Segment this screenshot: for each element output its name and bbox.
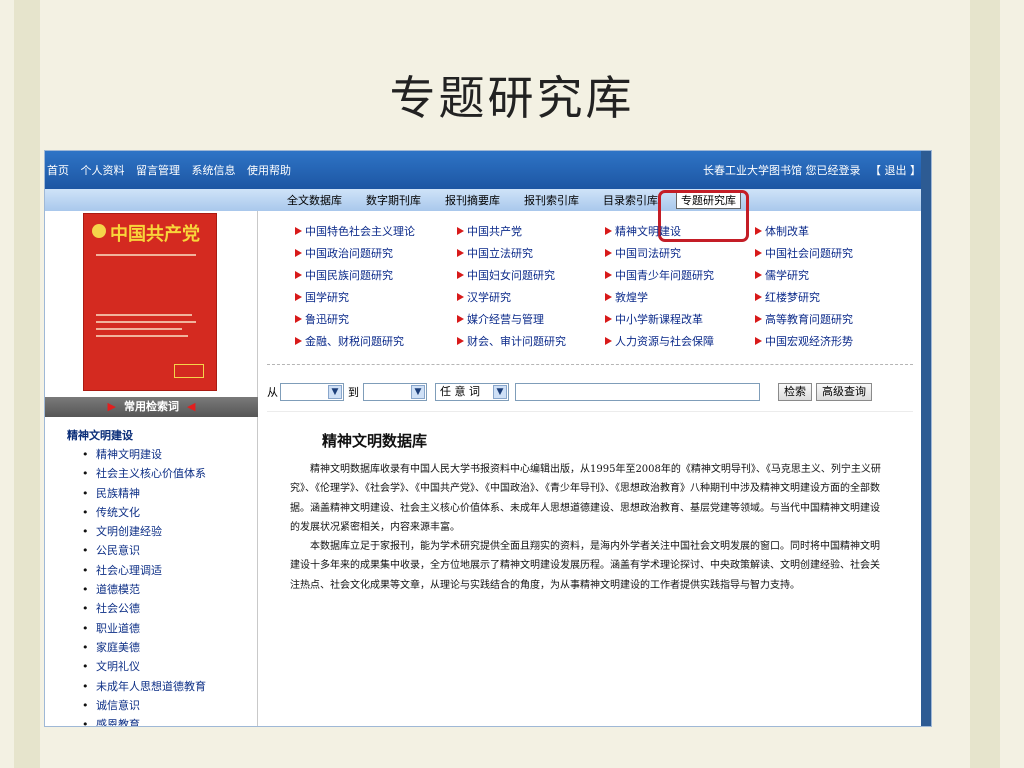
term-link[interactable]: 职业道德 <box>67 620 206 639</box>
to-label: 到 <box>348 386 359 399</box>
dashed-divider <box>267 364 913 365</box>
term-link[interactable]: 公民意识 <box>67 542 206 561</box>
term-link[interactable]: 社会公德 <box>67 600 206 619</box>
top-nav-links: 首页 个人资料 留言管理 系统信息 使用帮助 <box>47 162 299 178</box>
category-link[interactable]: 鲁迅研究 <box>295 311 349 327</box>
nav-profile-link[interactable]: 个人资料 <box>81 164 125 177</box>
category-link[interactable]: 红楼梦研究 <box>755 289 820 305</box>
category-link[interactable]: 中国青少年问题研究 <box>605 267 714 283</box>
browser-screenshot: 首页 个人资料 留言管理 系统信息 使用帮助 长春工业大学图书馆 您已经登录 【… <box>44 150 932 727</box>
field-select[interactable]: 任 意 词 ▼ <box>435 383 509 401</box>
category-link[interactable]: 中小学新课程改革 <box>605 311 703 327</box>
category-link[interactable]: 中国民族问题研究 <box>295 267 393 283</box>
login-status: 长春工业大学图书馆 您已经登录 【 退出 】 <box>697 162 921 178</box>
category-link[interactable]: 中国妇女问题研究 <box>457 267 555 283</box>
cover-decor-line <box>96 314 192 316</box>
journal-cover-image[interactable]: 中国共产党 <box>83 213 217 391</box>
nav-home-link[interactable]: 首页 <box>47 164 69 177</box>
search-bar: 从 ▼ 到 ▼ 任 意 词 ▼ 检索 高级查询 <box>267 380 913 404</box>
year-to-select[interactable]: ▼ <box>363 383 427 401</box>
term-link[interactable]: 社会主义核心价值体系 <box>67 465 206 484</box>
term-link[interactable]: 社会心理调适 <box>67 562 206 581</box>
chevron-down-icon: ▼ <box>411 385 425 399</box>
category-link[interactable]: 精神文明建设 <box>605 223 681 239</box>
database-tabs: 全文数据库 数字期刊库 报刊摘要库 报刊索引库 目录索引库 专题研究库 <box>45 189 931 211</box>
category-link[interactable]: 体制改革 <box>755 223 809 239</box>
cover-decor-line <box>96 335 188 337</box>
category-link[interactable]: 汉学研究 <box>457 289 511 305</box>
category-link[interactable]: 高等教育问题研究 <box>755 311 853 327</box>
logout-link[interactable]: 【 退出 】 <box>870 164 921 177</box>
left-sidebar: 中国共产党 ▶ 常用检索词 ◀ 精神文明建设 精神文明建设 社会主义核心价值体系 民… <box>45 211 258 726</box>
term-link[interactable]: 诚信意识 <box>67 697 206 716</box>
nav-system-link[interactable]: 系统信息 <box>192 164 236 177</box>
year-from-select[interactable]: ▼ <box>280 383 344 401</box>
tab-abstracts[interactable]: 报刊摘要库 <box>433 192 512 208</box>
term-link[interactable]: 精神文明建设 <box>67 446 206 465</box>
category-link[interactable]: 中国社会问题研究 <box>755 245 853 261</box>
category-link[interactable]: 中国宏观经济形势 <box>755 333 853 349</box>
term-group-title: 精神文明建设 <box>67 429 133 442</box>
party-emblem-icon <box>92 224 106 238</box>
chevron-down-icon: ▼ <box>493 385 507 399</box>
category-link[interactable]: 中国政治问题研究 <box>295 245 393 261</box>
scrollbar-region[interactable] <box>921 151 931 726</box>
nav-help-link[interactable]: 使用帮助 <box>247 164 291 177</box>
term-link[interactable]: 传统文化 <box>67 504 206 523</box>
category-link[interactable]: 国学研究 <box>295 289 349 305</box>
common-terms-label: 常用检索词 <box>124 400 179 413</box>
cover-decor-line <box>96 254 196 256</box>
category-link[interactable]: 金融、财税问题研究 <box>295 333 404 349</box>
cover-title: 中国共产党 <box>110 224 200 245</box>
tab-fulltext[interactable]: 全文数据库 <box>275 192 354 208</box>
search-input[interactable] <box>515 383 760 401</box>
intro-title: 精神文明数据库 <box>322 432 428 450</box>
category-link[interactable]: 中国特色社会主义理论 <box>295 223 415 239</box>
term-link[interactable]: 家庭美德 <box>67 639 206 658</box>
category-link[interactable]: 财会、审计问题研究 <box>457 333 566 349</box>
nav-messages-link[interactable]: 留言管理 <box>136 164 180 177</box>
intro-paragraph: 本数据库立足于家报刊，能为学术研究提供全面且翔实的资料，是海内外学者关注中国社会… <box>290 541 880 591</box>
term-link[interactable]: 文明创建经验 <box>67 523 206 542</box>
slide-title: 专题研究库 <box>389 71 635 125</box>
term-link[interactable]: 文明礼仪 <box>67 658 206 677</box>
common-terms-header: ▶ 常用检索词 ◀ <box>45 397 258 417</box>
term-link[interactable]: 民族精神 <box>67 485 206 504</box>
category-link[interactable]: 儒学研究 <box>755 267 809 283</box>
category-link[interactable]: 人力资源与社会保障 <box>605 333 714 349</box>
category-link[interactable]: 中国共产党 <box>457 223 522 239</box>
term-list: 精神文明建设 社会主义核心价值体系 民族精神 传统文化 文明创建经验 公民意识 … <box>67 446 206 726</box>
database-intro: 精神文明数据库 精神文明数据库收录有中国人民大学书报资料中心编辑出版，从1995… <box>267 411 913 726</box>
category-link[interactable]: 敦煌学 <box>605 289 648 305</box>
term-link[interactable]: 未成年人思想道德教育 <box>67 678 206 697</box>
triangle-left-icon: ◀ <box>187 400 196 413</box>
from-label: 从 <box>267 386 278 399</box>
term-link[interactable]: 感恩教育 <box>67 716 206 726</box>
tab-digital-journals[interactable]: 数字期刊库 <box>354 192 433 208</box>
category-link[interactable]: 中国立法研究 <box>457 245 533 261</box>
intro-body: 精神文明数据库收录有中国人民大学书报资料中心编辑出版，从1995年至2008年的… <box>290 460 882 595</box>
category-link[interactable]: 中国司法研究 <box>605 245 681 261</box>
tab-periodical-index[interactable]: 报刊索引库 <box>512 192 591 208</box>
top-nav-bar: 首页 个人资料 留言管理 系统信息 使用帮助 长春工业大学图书馆 您已经登录 【… <box>45 151 931 189</box>
chevron-down-icon: ▼ <box>328 385 342 399</box>
search-button[interactable]: 检索 <box>778 383 812 401</box>
term-link[interactable]: 道德模范 <box>67 581 206 600</box>
category-link[interactable]: 媒介经营与管理 <box>457 311 544 327</box>
intro-paragraph: 精神文明数据库收录有中国人民大学书报资料中心编辑出版，从1995年至2008年的… <box>290 464 881 533</box>
triangle-right-icon: ▶ <box>107 400 116 413</box>
cover-decor-line <box>96 321 196 323</box>
advanced-search-button[interactable]: 高级查询 <box>816 383 872 401</box>
issue-stamp <box>174 364 204 378</box>
cover-decor-line <box>96 328 182 330</box>
login-text: 长春工业大学图书馆 您已经登录 <box>703 164 861 177</box>
field-select-value: 任 意 词 <box>440 385 480 398</box>
